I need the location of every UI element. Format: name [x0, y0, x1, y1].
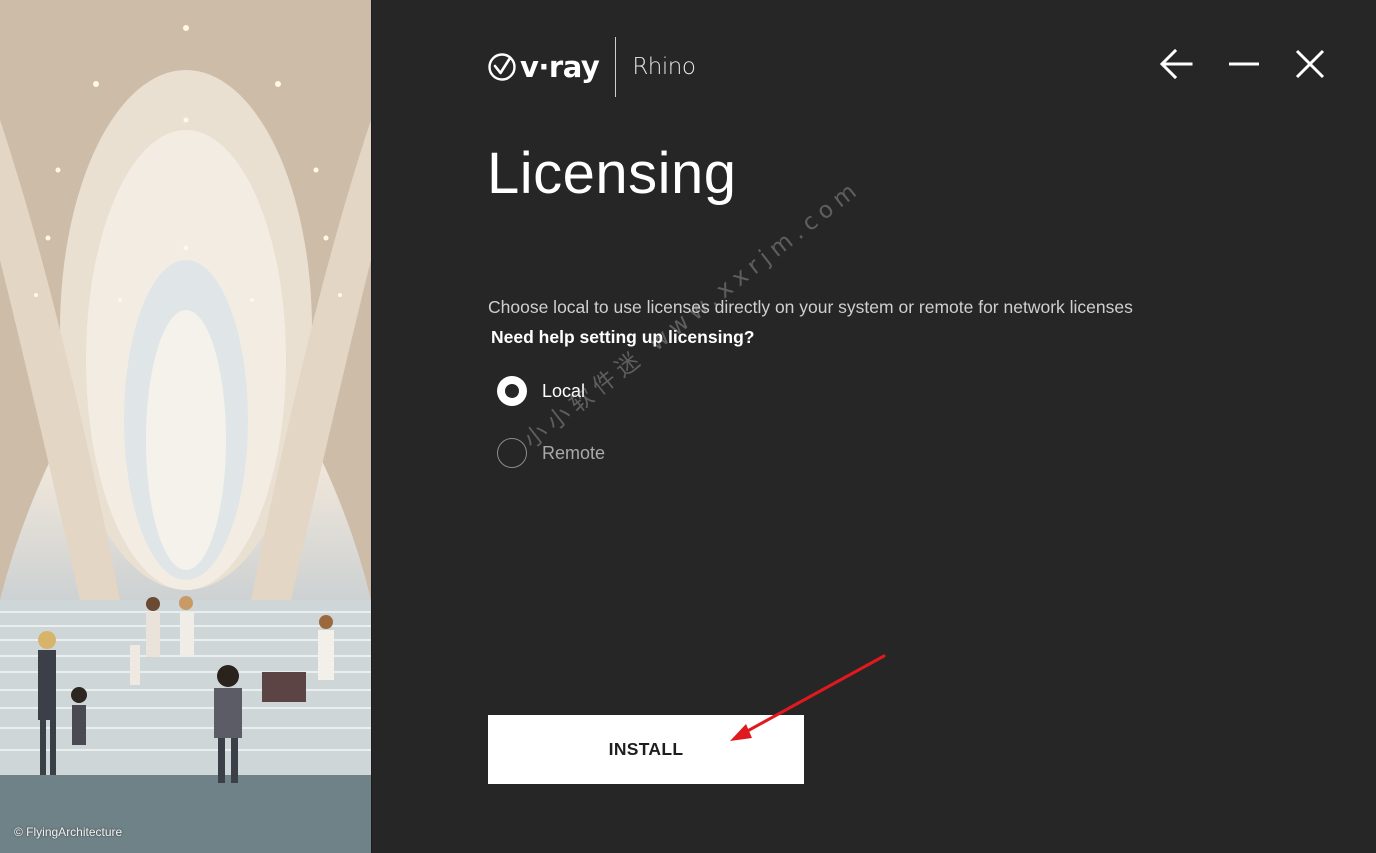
- vray-logo: v·ray: [487, 50, 600, 84]
- close-icon: [1295, 49, 1325, 79]
- photo-credit: © FlyingArchitecture: [14, 825, 123, 839]
- radio-label-remote: Remote: [542, 442, 606, 463]
- back-button[interactable]: [1157, 44, 1197, 84]
- panel-divider: [371, 0, 372, 853]
- brand-name: v·ray: [520, 50, 600, 84]
- radio-button-local[interactable]: [497, 376, 527, 406]
- logo-separator: [615, 37, 617, 97]
- close-button[interactable]: [1290, 44, 1330, 84]
- hero-image: © FlyingArchitecture: [0, 0, 371, 853]
- arrow-left-icon: [1159, 48, 1193, 80]
- minimize-button[interactable]: [1224, 44, 1264, 84]
- radio-button-remote[interactable]: [497, 438, 527, 468]
- install-button[interactable]: INSTALL: [488, 715, 804, 784]
- page-title: Licensing: [487, 141, 737, 206]
- vray-check-icon: [488, 53, 516, 81]
- hero-illustration: [0, 0, 371, 853]
- app-logo: v·ray Rhino: [487, 37, 696, 97]
- minimize-icon: [1229, 62, 1259, 66]
- product-name: Rhino: [632, 54, 696, 80]
- licensing-description: Choose local to use licenses directly on…: [488, 297, 1133, 317]
